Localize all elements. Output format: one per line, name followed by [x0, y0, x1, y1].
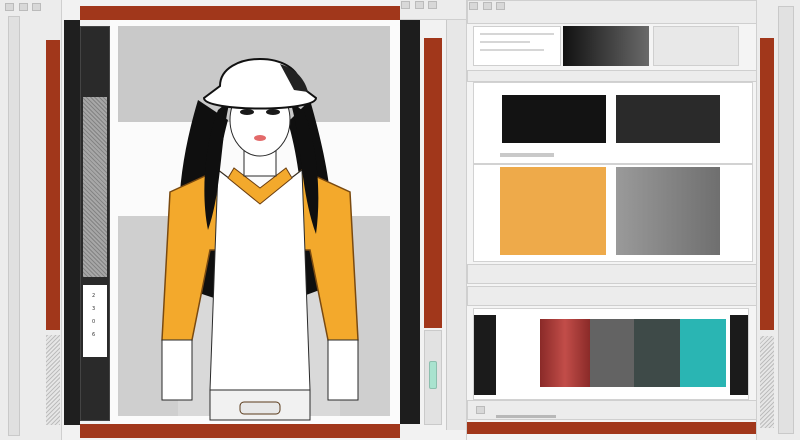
tool-button-5[interactable]	[414, 1, 424, 9]
panel-subtoolbar	[467, 70, 757, 82]
tool-button-9[interactable]	[496, 2, 506, 10]
ruler-tick-4: 6	[92, 332, 96, 338]
tool-button-6[interactable]	[428, 1, 438, 9]
palette-header	[467, 286, 757, 306]
swatch-panel-1	[473, 82, 753, 164]
tool-button-3[interactable]	[32, 3, 42, 11]
right-dither-strip	[760, 336, 774, 428]
left-ruler	[64, 20, 80, 425]
swatch-black-1[interactable]	[502, 95, 606, 143]
canvas-top-border	[80, 6, 400, 20]
canvas-bottom-border	[80, 424, 400, 438]
palette-area	[473, 308, 749, 400]
swatch-panel-2	[473, 164, 753, 262]
swatch-black-2[interactable]	[616, 95, 720, 143]
left-dither-strip	[46, 335, 60, 425]
swatch-gray[interactable]	[616, 167, 720, 255]
layer-texture	[83, 97, 107, 277]
tool-button-4[interactable]	[401, 1, 410, 9]
palette-swatch-slate[interactable]	[634, 319, 680, 387]
ruler-tick-1: 2	[92, 293, 96, 299]
panel-gutter	[446, 20, 466, 430]
right-panel	[466, 0, 757, 440]
swatch-orange[interactable]	[500, 167, 606, 255]
right-accent-bar	[760, 38, 774, 330]
mid-accent-bar	[424, 38, 442, 328]
panel-top-toolbar	[467, 0, 757, 24]
swatch-top-dark[interactable]	[563, 26, 649, 66]
canvas-right-strip	[400, 20, 420, 424]
layers-strip: 2 3 0 6	[80, 26, 110, 421]
mid-scroll-track[interactable]	[424, 330, 442, 425]
mid-scroll-thumb[interactable]	[429, 361, 437, 389]
panel-bottom-border	[467, 422, 757, 434]
canvas[interactable]	[110, 20, 400, 424]
panel-status-bar	[467, 400, 757, 420]
left-scroll-track[interactable]	[8, 16, 20, 436]
status-icon[interactable]	[476, 406, 485, 414]
tool-button-8[interactable]	[482, 2, 492, 10]
palette-toolbar	[467, 264, 757, 284]
tool-button-7[interactable]	[469, 2, 478, 10]
ruler-tick-2: 3	[92, 306, 96, 312]
left-top-toolbar	[4, 2, 74, 14]
status-line	[495, 415, 556, 418]
mid-window-chrome	[400, 0, 466, 20]
swatch-top-light[interactable]	[653, 26, 739, 66]
ruler-label-box: 2 3 0 6	[83, 285, 107, 357]
properties-box	[473, 26, 561, 66]
palette-right-dark	[730, 315, 748, 395]
right-scroll-track[interactable]	[778, 6, 794, 434]
swatch-panel-1-caption	[500, 153, 554, 157]
ruler-tick-3: 0	[92, 319, 96, 325]
left-accent-bar	[46, 40, 60, 330]
palette-swatch-red[interactable]	[540, 319, 590, 387]
tool-button-1[interactable]	[5, 3, 14, 11]
illustration	[118, 26, 390, 421]
palette-swatch-teal[interactable]	[680, 319, 726, 387]
tool-button-2[interactable]	[18, 3, 28, 11]
palette-swatch-gray[interactable]	[590, 319, 634, 387]
palette-left-dark	[474, 315, 496, 395]
